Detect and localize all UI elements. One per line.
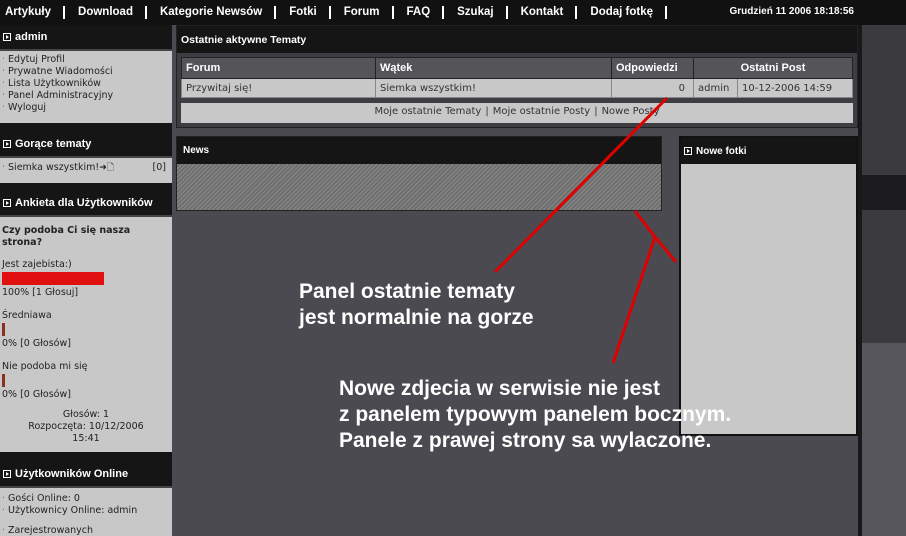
users-online-list: · Użytkownicy Online: admin	[2, 505, 138, 516]
poll-result-bar	[2, 323, 5, 336]
sidebar-gap	[0, 452, 172, 462]
poll-option-label: Jest zajebista:)	[2, 259, 72, 270]
cell-replies: 0	[611, 78, 694, 98]
hot-topics-title: Gorące tematy	[15, 138, 92, 150]
collapse-arrow-icon[interactable]	[684, 147, 692, 155]
annotation-arrow	[633, 210, 678, 263]
recent-topics-panel: Ostatnie aktywne Tematy Forum Wątek Odpo…	[176, 25, 858, 128]
collapse-arrow-icon[interactable]	[3, 140, 11, 148]
link-my-recent-posts[interactable]: Moje ostatnie Posty	[493, 106, 590, 117]
poll-started-time: 15:41	[72, 433, 100, 444]
poll-title: Ankieta dla Użytkowników	[15, 197, 153, 209]
poll-panel: Ankieta dla Użytkowników Czy podoba Ci s…	[0, 191, 172, 452]
hot-topics-header: Gorące tematy	[0, 132, 172, 158]
user-panel-title: admin	[15, 31, 48, 43]
poll-option-result: 100% [1 Głosuj]	[2, 287, 79, 298]
news-body	[177, 164, 661, 210]
new-photos-title: Nowe fotki	[696, 145, 747, 157]
nav-faq[interactable]: FAQ	[394, 6, 445, 19]
news-title: News	[177, 137, 661, 164]
user-panel: admin · Edytuj Profil · Prywatne Wiadomośc…	[0, 25, 172, 123]
new-photos-header: Nowe fotki	[681, 138, 856, 164]
scrollbar-lower-track[interactable]	[862, 343, 906, 536]
column-header-last-post: Ostatni Post	[693, 57, 853, 79]
news-panel: News	[176, 136, 662, 211]
nav-artykuly[interactable]: Artykuły	[0, 6, 66, 19]
hot-topics-panel: Gorące tematy · Siemka wszystkim!➜🗋 [0]	[0, 132, 172, 183]
poll-question: Czy podoba Ci się nasza strona?	[2, 225, 131, 248]
collapse-arrow-icon[interactable]	[3, 470, 11, 478]
cell-last-post-date: 10-12-2006 14:59	[737, 78, 853, 98]
link-my-recent-topics[interactable]: Moje ostatnie Tematy	[374, 106, 481, 117]
annotation-note-side-panels: Nowe zdjecia w serwisie nie jest z panel…	[339, 377, 732, 452]
cell-last-post-user[interactable]: admin	[693, 78, 738, 98]
link-edit-profile[interactable]: · Edytuj Profil	[2, 54, 170, 66]
poll-option-label: Nie podoba mi się	[2, 361, 88, 372]
nav-kontakt[interactable]: Kontakt	[508, 6, 578, 19]
poll-option-label: Średniawa	[2, 310, 52, 321]
current-datetime: Grudzień 11 2006 18:18:56	[729, 6, 854, 17]
annotation-arrow	[611, 236, 657, 364]
collapse-arrow-icon[interactable]	[3, 199, 11, 207]
link-logout[interactable]: · Wyloguj	[2, 102, 170, 114]
cell-forum[interactable]: Przywitaj się!	[181, 78, 376, 98]
recent-topics-links: Moje ostatnie Tematy | Moje ostatnie Posty…	[181, 103, 853, 123]
new-topic-icon: ➜🗋	[99, 163, 114, 173]
recent-topics-title: Ostatnie aktywne Tematy	[177, 26, 857, 53]
poll-header: Ankieta dla Użytkowników	[0, 191, 172, 217]
column-header-thread: Wątek	[375, 57, 612, 79]
poll-option-result: 0% [0 Głosów]	[2, 389, 71, 400]
scrollbar-thumb[interactable]	[862, 175, 906, 210]
nav-dodaj-fotke[interactable]: Dodaj fotkę	[577, 6, 668, 19]
sidebar-gap	[0, 123, 172, 132]
nav-kategorie-newsow[interactable]: Kategorie Newsów	[147, 6, 277, 19]
nav-forum[interactable]: Forum	[331, 6, 394, 19]
nav-download[interactable]: Download	[65, 6, 147, 19]
poll-result-bar	[2, 272, 104, 285]
link-private-messages[interactable]: · Prywatne Wiadomości	[2, 66, 170, 78]
recent-topics-table: Forum Wątek Odpowiedzi Ostatni Post Przy…	[181, 57, 853, 98]
top-navigation: Artykuły Download Kategorie Newsów Fotki…	[0, 0, 906, 25]
table-row: Przywitaj się! Siemka wszystkim! 0 admin…	[181, 78, 853, 98]
link-new-posts[interactable]: Nowe Posty	[602, 106, 660, 117]
poll-option-result: 0% [0 Głosów]	[2, 338, 71, 349]
annotation-note-top-panel: Panel ostatnie tematy jest normalnie na …	[299, 280, 534, 329]
poll-result-bar	[2, 374, 5, 387]
nav-fotki[interactable]: Fotki	[276, 6, 331, 19]
registered-count: · Zarejestrowanych	[2, 525, 94, 536]
users-online-title: Użytkowników Online	[15, 468, 129, 480]
column-header-replies: Odpowiedzi	[611, 57, 694, 79]
users-online-panel: Użytkowników Online · Gości Online: 0 · Uż…	[0, 462, 172, 536]
poll-votes: Głosów: 1	[62, 409, 110, 420]
hot-topic-link[interactable]: · Siemka wszystkim!➜🗋	[2, 162, 114, 174]
guests-online: · Gości Online: 0	[2, 493, 80, 504]
column-header-forum: Forum	[181, 57, 376, 79]
link-user-list[interactable]: · Lista Użytkowników	[2, 78, 170, 90]
link-admin-panel[interactable]: · Panel Administracyjny	[2, 90, 170, 102]
collapse-arrow-icon[interactable]	[3, 33, 11, 41]
user-panel-header: admin	[0, 25, 172, 51]
nav-szukaj[interactable]: Szukaj	[444, 6, 508, 19]
poll-started: Rozpoczęta: 10/12/2006	[28, 421, 144, 432]
hot-topic-count: [0]	[152, 162, 166, 173]
cell-thread[interactable]: Siemka wszystkim!	[375, 78, 612, 98]
sidebar-gap	[0, 183, 172, 191]
users-online-header: Użytkowników Online	[0, 462, 172, 488]
